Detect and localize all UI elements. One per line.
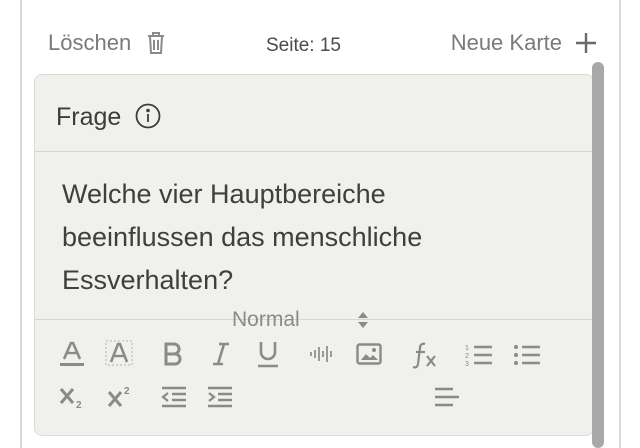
audio-button[interactable] xyxy=(308,342,336,366)
underline-button[interactable] xyxy=(254,340,282,368)
svg-text:2: 2 xyxy=(124,386,130,397)
info-icon[interactable] xyxy=(135,103,161,129)
new-card-button[interactable]: Neue Karte xyxy=(451,30,596,56)
bold-button[interactable] xyxy=(160,340,186,368)
svg-text:1: 1 xyxy=(465,345,469,352)
svg-text:2: 2 xyxy=(76,400,82,409)
underline-icon xyxy=(258,342,278,368)
bold-icon xyxy=(164,342,182,366)
bullet-list-button[interactable] xyxy=(512,342,542,368)
superscript-icon: 2 xyxy=(107,386,130,407)
highlight-button[interactable] xyxy=(104,340,134,368)
question-card: Frage Welche vier Hauptbereiche beeinflu… xyxy=(34,74,594,436)
indent-button[interactable] xyxy=(206,384,234,410)
question-line: Welche vier Hauptbereiche xyxy=(62,179,386,209)
delete-label: Löschen xyxy=(48,30,132,55)
align-icon xyxy=(435,387,459,407)
superscript-button[interactable]: 2 xyxy=(106,384,136,410)
svg-text:3: 3 xyxy=(465,361,469,367)
trash-icon xyxy=(148,32,165,54)
up-down-chevron-icon xyxy=(358,312,368,328)
question-line: Essverhalten? xyxy=(62,265,234,295)
question-text[interactable]: Welche vier Hauptbereiche beeinflussen d… xyxy=(62,173,562,302)
image-icon xyxy=(356,343,382,365)
page-indicator: Seite: 15 xyxy=(266,35,341,56)
image-button[interactable] xyxy=(354,342,384,366)
subscript-icon: 2 xyxy=(59,388,82,409)
svg-text:2: 2 xyxy=(465,353,469,360)
new-card-label: Neue Karte xyxy=(450,30,562,55)
bullet-list-icon xyxy=(514,345,540,365)
italic-button[interactable] xyxy=(208,340,234,368)
ordered-list-button[interactable]: 1 2 3 xyxy=(464,342,494,368)
text-color-icon xyxy=(60,341,84,366)
frame-border-right xyxy=(619,0,621,448)
section-title: Frage xyxy=(56,103,122,131)
frame-border-left xyxy=(20,0,22,448)
outdent-icon xyxy=(161,386,186,408)
subscript-button[interactable]: 2 xyxy=(58,384,88,410)
scrollbar[interactable] xyxy=(592,62,604,448)
plus-icon xyxy=(576,33,596,53)
highlight-color-icon xyxy=(105,340,133,366)
indent-icon xyxy=(208,386,232,408)
paragraph-style-select[interactable]: Normal xyxy=(232,306,382,336)
paragraph-style-value: Normal xyxy=(232,308,300,331)
question-line: beeinflussen das menschliche xyxy=(62,222,423,252)
outdent-button[interactable] xyxy=(160,384,188,410)
ordered-list-icon: 1 2 3 xyxy=(465,345,492,367)
card-header: Frage xyxy=(35,75,593,152)
italic-icon xyxy=(213,342,229,366)
card-navigation-bar: Löschen Seite: 15 Neue Karte xyxy=(48,24,596,64)
text-color-button[interactable] xyxy=(58,340,86,368)
formula-icon xyxy=(412,342,436,369)
formula-button[interactable] xyxy=(410,340,440,370)
audio-icon xyxy=(310,346,332,362)
delete-card-button[interactable]: Löschen xyxy=(48,30,167,56)
align-button[interactable] xyxy=(432,384,462,410)
